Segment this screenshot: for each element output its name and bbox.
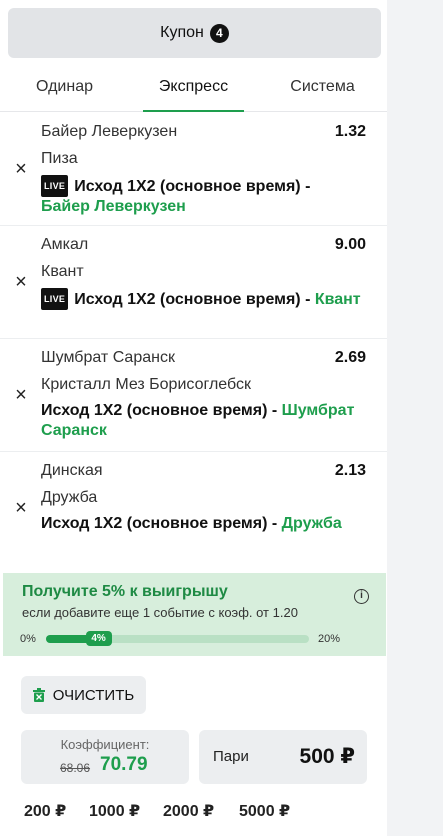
total-coefficient: Коэффициент: 68.06 70.79 <box>21 730 189 784</box>
quick-stake-200[interactable]: 200 ₽ <box>24 801 66 821</box>
live-badge: LIVE <box>41 288 69 310</box>
market-pick: Дружба <box>281 515 342 532</box>
team-home: Шумбрат Саранск <box>41 349 175 366</box>
remove-bet-icon[interactable]: × <box>13 272 29 292</box>
bet-odd: 9.00 <box>334 236 366 253</box>
coefficient-new: 70.79 <box>100 754 148 775</box>
market-name: Исход 1Х2 (основное время) - <box>74 291 315 308</box>
bet-market: Исход 1Х2 (основное время) - Дружба <box>41 514 361 534</box>
quick-stake-5000[interactable]: 5000 ₽ <box>239 801 290 821</box>
market-name: Исход 1Х2 (основное время) - <box>74 178 311 195</box>
tab-single[interactable]: Одинар <box>0 62 129 111</box>
quick-stake-2000[interactable]: 2000 ₽ <box>163 801 214 821</box>
market-pick: Квант <box>314 291 361 308</box>
bonus-progress-bar: 4% <box>46 631 309 646</box>
bet-odd: 1.32 <box>334 123 366 140</box>
team-away: Квант <box>41 263 84 280</box>
team-home: Амкал <box>41 236 89 253</box>
remove-bet-icon[interactable]: × <box>13 159 29 179</box>
quick-stake-1000[interactable]: 1000 ₽ <box>89 801 140 821</box>
coefficient-label: Коэффициент: <box>60 737 150 752</box>
promo-subtitle: если добавите еще 1 событие с коэф. от 1… <box>22 605 298 620</box>
bet-item: × Динская Дружба 2.13 Исход 1Х2 (основно… <box>0 452 387 565</box>
remove-bet-icon[interactable]: × <box>13 385 29 405</box>
live-badge: LIVE <box>41 175 69 197</box>
bet-item: × Шумбрат Саранск Кристалл Мез Борисогле… <box>0 339 387 452</box>
team-away: Пиза <box>41 150 78 167</box>
coupon-header-button[interactable]: Купон 4 <box>8 8 381 58</box>
team-home: Байер Леверкузен <box>41 123 178 140</box>
team-away: Кристалл Мез Борисоглебск <box>41 376 251 393</box>
bet-odd: 2.13 <box>334 462 366 479</box>
tab-system[interactable]: Система <box>258 62 387 111</box>
tab-express[interactable]: Экспресс <box>129 62 258 112</box>
team-away: Дружба <box>41 489 98 506</box>
bonus-progress-value: 4% <box>85 631 112 646</box>
bet-item: × Байер Леверкузен Пиза 1.32 LIVE Исход 1… <box>0 113 387 226</box>
market-pick: Байер Леверкузен <box>41 198 186 215</box>
coupon-title: Купон <box>160 24 204 41</box>
market-name: Исход 1Х2 (основное время) - <box>41 515 282 532</box>
stake-value: 500 ₽ <box>299 745 355 768</box>
clear-label: ОЧИСТИТЬ <box>52 686 135 704</box>
bet-market: Исход 1Х2 (основное время) - Шумбрат Сар… <box>41 401 361 441</box>
bet-market: LIVE Исход 1Х2 (основное время) - Байер Л… <box>41 175 361 217</box>
progress-max-label: 20% <box>318 633 341 645</box>
market-name: Исход 1Х2 (основное время) - <box>41 402 282 419</box>
stake-input[interactable]: Пари 500 ₽ <box>199 730 367 784</box>
remove-bet-icon[interactable]: × <box>13 498 29 518</box>
coefficient-old: 68.06 <box>60 761 91 775</box>
progress-min-label: 0% <box>20 633 36 645</box>
coupon-footer: ОЧИСТИТЬ Коэффициент: 68.06 70.79 Пари 5… <box>0 664 387 836</box>
bet-type-tabs: Одинар Экспресс Система <box>0 62 387 112</box>
team-home: Динская <box>41 462 103 479</box>
promo-title: Получите 5% к выигрышу <box>22 583 228 600</box>
bonus-promo: Получите 5% к выигрышу если добавите еще… <box>3 573 386 656</box>
stake-label: Пари <box>213 748 249 765</box>
clear-coupon-button[interactable]: ОЧИСТИТЬ <box>21 676 146 714</box>
bet-odd: 2.69 <box>334 349 366 366</box>
info-icon[interactable]: i <box>354 589 369 604</box>
coupon-count-badge: 4 <box>209 23 229 43</box>
trash-icon <box>32 688 45 702</box>
bet-market: LIVE Исход 1Х2 (основное время) - Квант <box>41 288 361 310</box>
bet-item: × Амкал Квант 9.00 LIVE Исход 1Х2 (основн… <box>0 226 387 339</box>
